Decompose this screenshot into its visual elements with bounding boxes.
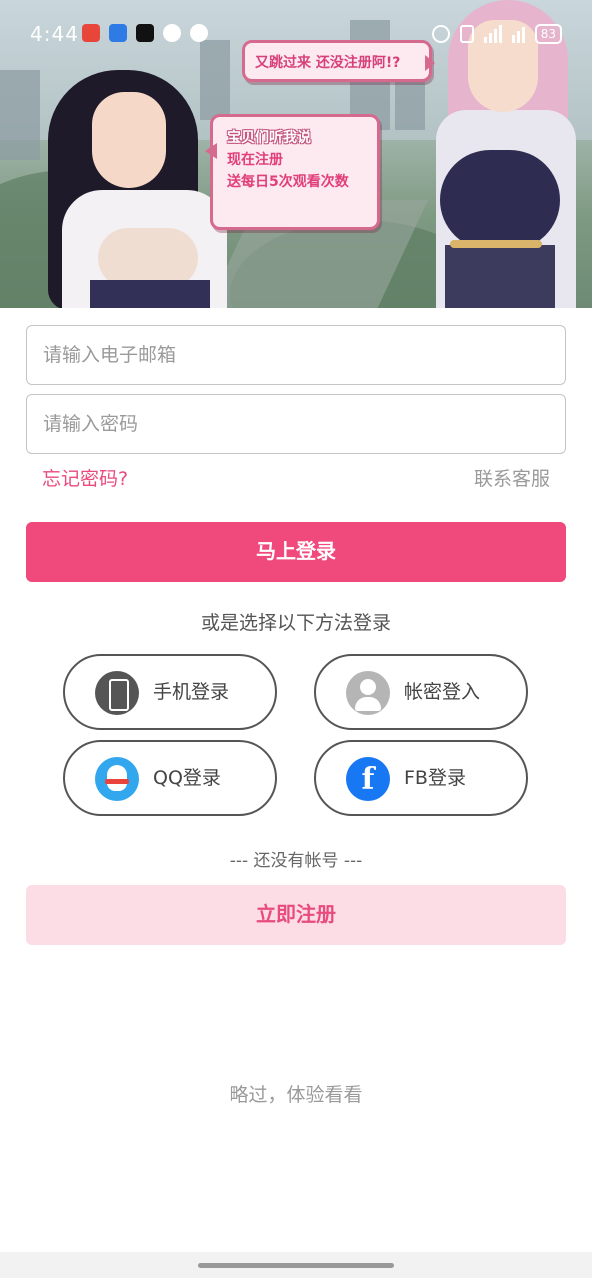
forgot-password-link[interactable]: 忘记密码? bbox=[42, 464, 128, 491]
qq-login-label: QQ登录 bbox=[153, 767, 221, 789]
user-icon bbox=[346, 671, 390, 715]
phone-icon bbox=[95, 671, 139, 715]
register-button[interactable]: 立即注册 bbox=[26, 885, 566, 945]
alternative-login-caption: 或是选择以下方法登录 bbox=[200, 612, 391, 634]
account-login-label: 帐密登入 bbox=[404, 681, 481, 703]
background-building bbox=[0, 70, 40, 160]
alarm-icon bbox=[431, 25, 450, 43]
skip-link[interactable]: 略过，体验看看 bbox=[0, 1080, 592, 1107]
email-field[interactable] bbox=[26, 325, 566, 385]
facebook-login-button[interactable]: f FB登录 bbox=[314, 740, 528, 816]
notification-app-icon bbox=[82, 24, 100, 42]
speech-bubble-middle: 宝贝们听我说 现在注册 送每日5次观看次数 bbox=[205, 114, 380, 230]
status-bar: 4:44 83 bbox=[0, 0, 592, 66]
promo-banner: 又跳过来 还没注册阿!? 宝贝们听我说 现在注册 送每日5次观看次数 4:44 … bbox=[0, 0, 592, 308]
email-input[interactable] bbox=[27, 326, 565, 384]
password-input[interactable] bbox=[27, 395, 565, 453]
facebook-login-label: FB登录 bbox=[404, 767, 466, 789]
speech-bubble-line3: 送每日5次观看次数 bbox=[227, 174, 349, 190]
login-button[interactable]: 马上登录 bbox=[26, 522, 566, 582]
notification-app-icon bbox=[190, 24, 208, 42]
right-character-skirt bbox=[445, 245, 555, 308]
system-nav-bar bbox=[0, 1252, 592, 1278]
speech-bubble-line2: 现在注册 bbox=[227, 152, 283, 168]
home-indicator[interactable] bbox=[198, 1263, 394, 1268]
right-character-vest bbox=[440, 150, 560, 250]
signal-icon bbox=[483, 25, 502, 43]
contact-support-link[interactable]: 联系客服 bbox=[474, 464, 550, 491]
phone-login-label: 手机登录 bbox=[153, 681, 230, 703]
qq-icon bbox=[95, 757, 139, 801]
speech-bubble-line1: 宝贝们听我说 bbox=[227, 130, 311, 146]
status-indicators: 83 bbox=[431, 24, 562, 44]
phone-login-button[interactable]: 手机登录 bbox=[63, 654, 277, 730]
left-character-skirt bbox=[90, 280, 210, 308]
wifi-signal-icon bbox=[511, 25, 525, 43]
vibrate-icon bbox=[459, 25, 474, 43]
tiktok-notification-icon bbox=[136, 24, 154, 42]
notification-app-icon bbox=[109, 24, 127, 42]
account-login-button[interactable]: 帐密登入 bbox=[314, 654, 528, 730]
battery-icon: 83 bbox=[534, 24, 562, 44]
left-character-face bbox=[92, 92, 166, 188]
no-account-divider: --- 还没有帐号 --- bbox=[229, 851, 363, 871]
password-field[interactable] bbox=[26, 394, 566, 454]
facebook-icon: f bbox=[346, 757, 390, 801]
right-character-belt bbox=[450, 240, 542, 248]
notification-app-icon bbox=[163, 24, 181, 42]
qq-login-button[interactable]: QQ登录 bbox=[63, 740, 277, 816]
status-time: 4:44 bbox=[30, 22, 79, 46]
left-character-chest bbox=[98, 228, 198, 288]
